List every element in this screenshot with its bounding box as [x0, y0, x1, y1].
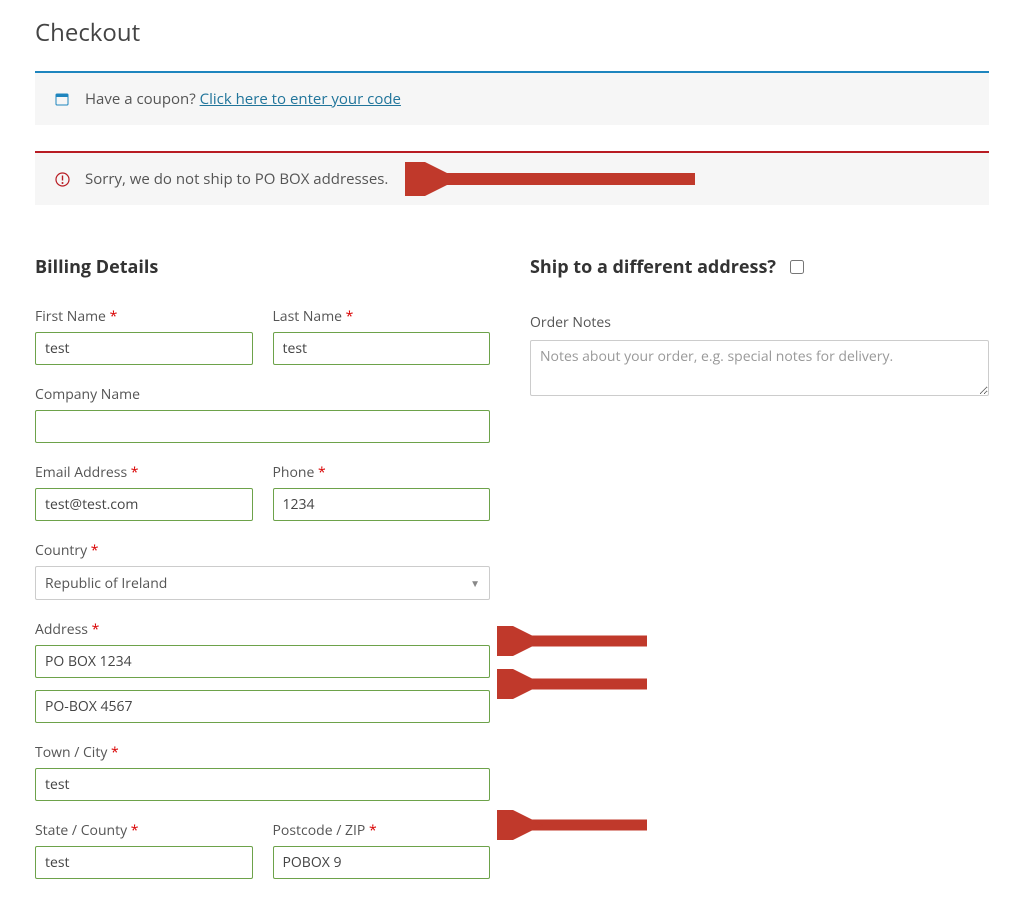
state-label: State / County * [35, 821, 253, 840]
coupon-link[interactable]: Click here to enter your code [200, 89, 401, 109]
address-line2-input[interactable] [35, 690, 490, 723]
ship-different-heading: Ship to a different address? [530, 255, 776, 279]
postcode-label: Postcode / ZIP * [273, 821, 491, 840]
chevron-down-icon: ▼ [470, 576, 480, 590]
company-input[interactable] [35, 410, 490, 443]
last-name-label: Last Name * [273, 307, 491, 326]
city-label: Town / City * [35, 743, 490, 762]
coupon-prompt: Have a coupon? [85, 89, 200, 109]
postcode-input[interactable] [273, 846, 491, 879]
email-input[interactable] [35, 488, 253, 521]
country-label: Country * [35, 541, 490, 560]
order-notes-label: Order Notes [530, 313, 989, 332]
annotation-arrow-icon [405, 162, 705, 196]
email-label: Email Address * [35, 463, 253, 482]
error-message: Sorry, we do not ship to PO BOX addresse… [85, 169, 388, 189]
phone-input[interactable] [273, 488, 491, 521]
city-input[interactable] [35, 768, 490, 801]
ship-different-checkbox[interactable] [790, 260, 804, 274]
error-icon [55, 172, 71, 187]
state-input[interactable] [35, 846, 253, 879]
calendar-icon [55, 92, 71, 106]
page-title: Checkout [35, 16, 989, 49]
address-label: Address * [35, 620, 490, 639]
error-notice: Sorry, we do not ship to PO BOX addresse… [35, 151, 989, 205]
coupon-notice: Have a coupon? Click here to enter your … [35, 71, 989, 125]
last-name-input[interactable] [273, 332, 491, 365]
first-name-label: First Name * [35, 307, 253, 326]
first-name-input[interactable] [35, 332, 253, 365]
country-selected-value: Republic of Ireland [45, 574, 167, 593]
country-select[interactable]: Republic of Ireland ▼ [35, 566, 490, 600]
address-line1-input[interactable] [35, 645, 490, 678]
phone-label: Phone * [273, 463, 491, 482]
billing-heading: Billing Details [35, 255, 490, 279]
company-label: Company Name [35, 385, 490, 404]
coupon-notice-text: Have a coupon? Click here to enter your … [85, 89, 401, 109]
order-notes-textarea[interactable] [530, 340, 989, 396]
